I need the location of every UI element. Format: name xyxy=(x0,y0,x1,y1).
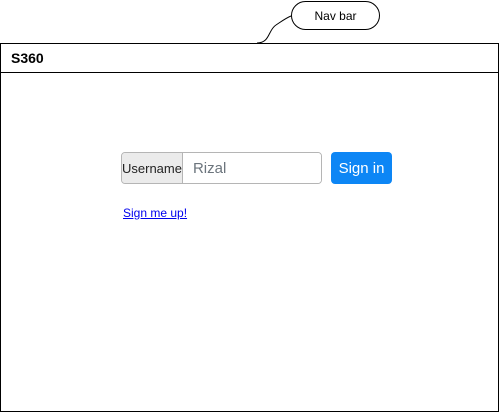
brand-logo[interactable]: S360 xyxy=(11,50,44,66)
nav-bar-callout: Nav bar xyxy=(291,1,380,30)
callout-label: Nav bar xyxy=(314,8,357,23)
sign-in-button[interactable]: Sign in xyxy=(331,152,392,184)
username-input[interactable] xyxy=(182,153,321,183)
username-input-group: Username xyxy=(121,152,322,184)
username-label: Username xyxy=(122,153,183,183)
sign-up-link[interactable]: Sign me up! xyxy=(123,206,187,220)
app-window: S360 Username Sign in Sign me up! xyxy=(0,43,499,412)
nav-bar: S360 xyxy=(1,44,498,73)
